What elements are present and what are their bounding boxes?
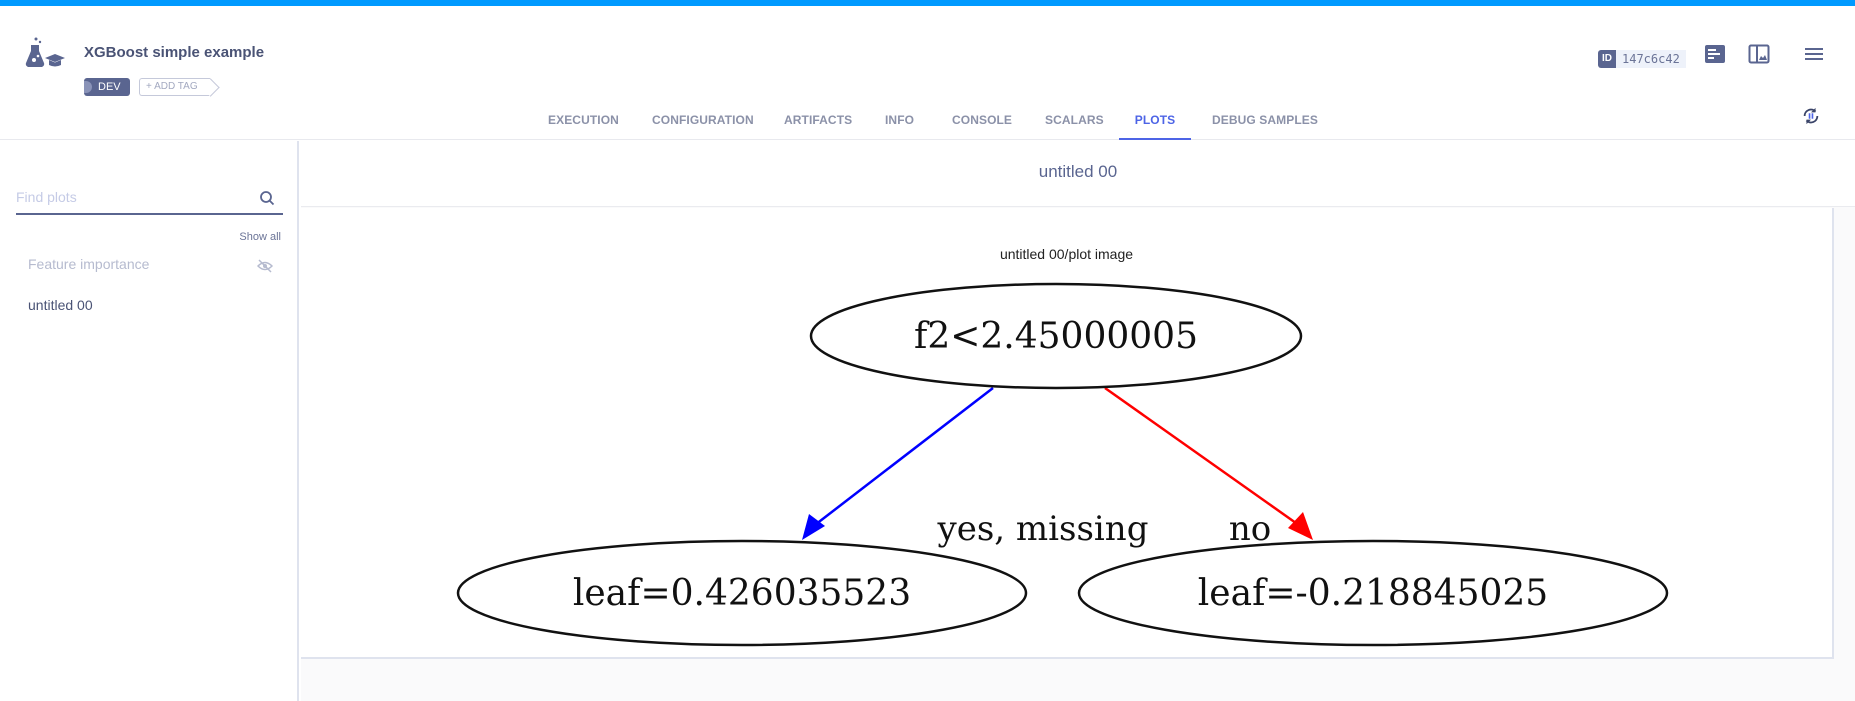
tab-bar: EXECUTION CONFIGURATION ARTIFACTS INFO C… — [0, 100, 1855, 140]
root-node-label: f2<2.45000005 — [914, 316, 1198, 357]
edge-yes-missing — [810, 387, 994, 529]
edge-yes-arrowhead — [802, 514, 825, 540]
menu-icon[interactable] — [1803, 44, 1825, 64]
plot-section-title: untitled 00 — [301, 141, 1855, 207]
plot-item-untitled-00[interactable]: untitled 00 — [28, 297, 93, 313]
add-tag-button[interactable]: + ADD TAG — [139, 78, 210, 96]
tab-debug-samples[interactable]: DEBUG SAMPLES — [1212, 100, 1318, 140]
tag-gear-icon — [84, 81, 92, 93]
plots-main: untitled 00 untitled 00/plot image f2<2.… — [301, 141, 1855, 701]
plot-search — [16, 183, 283, 215]
layout-toggle-icon[interactable] — [1748, 44, 1770, 64]
leaf-left-label: leaf=0.426035523 — [573, 573, 911, 614]
plots-sidebar: Show all Feature importance untitled 00 — [0, 141, 299, 701]
plot-item-feature-importance[interactable]: Feature importance — [28, 256, 149, 272]
edge-no-arrowhead — [1288, 512, 1313, 540]
id-label: ID — [1598, 50, 1616, 68]
edge-label-yes-missing: yes, missing — [937, 509, 1149, 549]
tab-plots[interactable]: PLOTS — [1119, 100, 1191, 140]
tab-configuration[interactable]: CONFIGURATION — [652, 100, 754, 140]
tab-info[interactable]: INFO — [885, 100, 914, 140]
id-value: 147c6c42 — [1616, 50, 1686, 68]
auto-refresh-pause-icon[interactable] — [1800, 106, 1822, 126]
eye-off-icon[interactable] — [257, 259, 273, 273]
tree-graph: f2<2.45000005 yes, missing no leaf=0.426… — [456, 282, 1669, 647]
tab-console[interactable]: CONSOLE — [952, 100, 1012, 140]
tab-scalars[interactable]: SCALARS — [1045, 100, 1104, 140]
find-plots-input[interactable] — [16, 183, 236, 211]
show-all-button[interactable]: Show all — [239, 231, 281, 243]
edge-label-no: no — [1229, 509, 1271, 549]
tab-execution[interactable]: EXECUTION — [548, 100, 619, 140]
search-icon[interactable] — [259, 190, 275, 206]
task-id-chip[interactable]: ID 147c6c42 — [1598, 50, 1686, 68]
details-panel-icon[interactable] — [1704, 44, 1726, 64]
tag-dev[interactable]: DEV — [84, 78, 130, 96]
task-title: XGBoost simple example — [84, 44, 265, 61]
plot-card: untitled 00/plot image f2<2.45000005 yes… — [301, 208, 1834, 659]
leaf-right-label: leaf=-0.218845025 — [1198, 573, 1548, 614]
edge-no — [1104, 386, 1304, 530]
experiment-icon — [25, 37, 65, 68]
tab-artifacts[interactable]: ARTIFACTS — [784, 100, 852, 140]
